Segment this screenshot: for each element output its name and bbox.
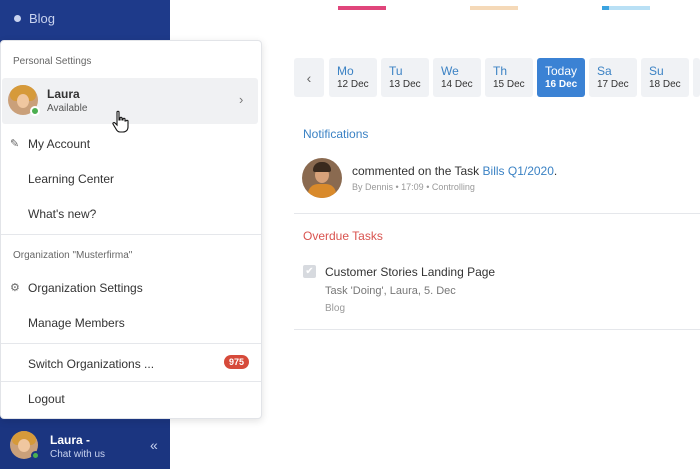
notification-task-link[interactable]: Bills Q1/2020 xyxy=(483,164,554,178)
check-icon: ✔ xyxy=(305,266,314,277)
notification-text: commented on the Task Bills Q1/2020. xyxy=(352,164,557,178)
calendar-day-today[interactable]: Today 16 Dec xyxy=(537,58,585,97)
calendar-day-su[interactable]: Su 18 Dec xyxy=(641,58,689,97)
calendar-day-we[interactable]: We 14 Dec xyxy=(433,58,481,97)
pencil-icon: ✎ xyxy=(10,138,20,150)
day-date: 14 Dec xyxy=(441,79,473,90)
online-status-icon xyxy=(31,451,40,460)
notification-text-suffix: . xyxy=(553,164,558,178)
personal-settings-label: Personal Settings xyxy=(13,56,92,67)
day-date: 17 Dec xyxy=(597,79,629,90)
organization-label: Organization "Musterfirma" xyxy=(13,250,133,261)
top-color-bar-1 xyxy=(338,6,386,10)
calendar-day-th[interactable]: Th 15 Dec xyxy=(485,58,533,97)
online-status-icon xyxy=(30,106,40,116)
notification-count-badge: 975 xyxy=(224,355,250,369)
sidebar-item-blog[interactable]: Blog xyxy=(14,11,55,26)
gear-icon: ⚙ xyxy=(10,282,20,294)
day-name: Mo xyxy=(337,64,354,78)
task-project: Blog xyxy=(325,303,346,314)
divider xyxy=(294,329,700,330)
menu-item-logout[interactable]: Logout xyxy=(28,392,65,406)
menu-user-row[interactable]: Laura Available › xyxy=(2,78,258,124)
day-date: 18 Dec xyxy=(649,79,681,90)
hand-cursor-icon xyxy=(112,110,129,133)
bullet-icon xyxy=(14,15,21,22)
day-date: 12 Dec xyxy=(337,79,369,90)
footer-subtitle: Chat with us xyxy=(50,449,106,460)
menu-item-manage-members[interactable]: Manage Members xyxy=(28,316,125,330)
calendar-day-mo[interactable]: Mo 12 Dec xyxy=(329,58,377,97)
day-date: 13 Dec xyxy=(389,79,421,90)
sidebar-item-label: Blog xyxy=(29,11,56,26)
menu-divider xyxy=(1,343,261,344)
menu-divider xyxy=(1,381,261,382)
notifications-heading: Notifications xyxy=(303,127,369,141)
avatar xyxy=(302,158,342,198)
day-name: Today xyxy=(545,64,578,78)
menu-item-switch-organizations[interactable]: Switch Organizations ... xyxy=(28,357,154,371)
collapse-sidebar-icon[interactable]: « xyxy=(150,437,158,453)
chevron-left-icon: ‹ xyxy=(306,69,312,86)
menu-item-learning-center[interactable]: Learning Center xyxy=(28,172,114,186)
menu-item-whats-new[interactable]: What's new? xyxy=(28,207,96,221)
calendar-prev-button[interactable]: ‹ xyxy=(294,58,324,97)
top-color-bar-2 xyxy=(470,6,518,10)
day-name: Th xyxy=(493,64,508,78)
divider xyxy=(294,213,700,214)
calendar-day-next[interactable] xyxy=(693,58,700,97)
personal-settings-menu: Personal Settings Laura Available › ✎ My… xyxy=(0,40,262,419)
menu-divider xyxy=(1,234,261,235)
menu-user-status: Available xyxy=(47,103,88,114)
task-subtitle: Task 'Doing', Laura, 5. Dec xyxy=(325,285,456,297)
day-date: 16 Dec xyxy=(545,79,578,90)
notification-meta: By Dennis • 17:09 • Controlling xyxy=(352,182,475,192)
task-checkbox[interactable]: ✔ xyxy=(303,265,316,278)
menu-item-organization-settings[interactable]: Organization Settings xyxy=(28,281,143,295)
day-date: 15 Dec xyxy=(493,79,525,90)
footer-user-name: Laura xyxy=(50,433,83,447)
menu-user-name: Laura xyxy=(47,87,80,101)
day-name: Tu xyxy=(389,64,403,78)
day-name: Su xyxy=(649,64,664,78)
chevron-right-icon: › xyxy=(239,92,244,107)
overdue-tasks-heading: Overdue Tasks xyxy=(303,229,383,243)
calendar-day-sa[interactable]: Sa 17 Dec xyxy=(589,58,637,97)
menu-item-my-account[interactable]: My Account xyxy=(28,137,90,151)
footer-caret: - xyxy=(86,433,91,447)
notification-text-prefix: commented on the Task xyxy=(352,164,483,178)
top-color-bar-3 xyxy=(602,6,650,10)
day-name: We xyxy=(441,64,459,78)
top-color-bar-4 xyxy=(602,6,609,10)
task-title-link[interactable]: Customer Stories Landing Page xyxy=(325,265,495,279)
calendar-day-tu[interactable]: Tu 13 Dec xyxy=(381,58,429,97)
sidebar-footer-user[interactable]: Laura - Chat with us « xyxy=(0,420,170,469)
day-name: Sa xyxy=(597,64,612,78)
